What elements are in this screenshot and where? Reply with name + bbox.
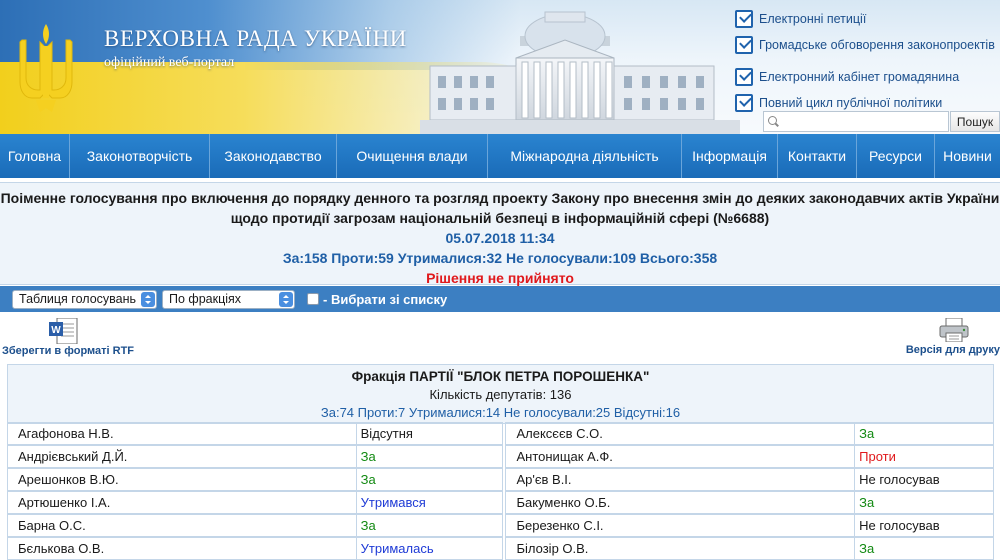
nav-home[interactable]: Головна — [0, 134, 70, 178]
quick-link-label: Електронні петиції — [759, 12, 867, 26]
site-header: ВЕРХОВНА РАДА УКРАЇНИ офіційний веб-порт… — [0, 0, 1000, 134]
save-rtf-link[interactable]: W Зберегти в форматі RTF — [2, 318, 135, 358]
nav-lawmaking[interactable]: Законотворчість — [70, 134, 210, 178]
grouping-select[interactable]: По фракціях — [162, 289, 295, 309]
save-rtf-label: Зберегти в форматі RTF — [2, 345, 135, 357]
deputy-vote: За — [355, 445, 504, 468]
quick-link-discussion[interactable]: Громадське обговорення законопроектів — [735, 32, 1000, 58]
nav-legislation[interactable]: Законодавство — [210, 134, 337, 178]
quick-links: Електронні петиції Громадське обговоренн… — [735, 6, 1000, 116]
checkbox-icon — [735, 68, 753, 86]
deputy-name: Арешонков В.Ю. — [7, 468, 357, 491]
deputy-vote: Утрималась — [355, 537, 504, 560]
checkbox-icon — [735, 10, 753, 28]
deputy-vote: Відсутня — [355, 422, 504, 445]
deputy-vote: За — [355, 514, 504, 537]
print-version-label: Версія для друку — [905, 344, 1000, 356]
faction-summary: Фракція ПАРТІЇ "БЛОК ПЕТРА ПОРОШЕНКА" Кі… — [7, 364, 994, 424]
trident-logo-icon[interactable] — [14, 20, 78, 116]
search-box — [763, 111, 949, 132]
deputy-vote: Не голосував — [854, 514, 994, 537]
search-input[interactable] — [783, 112, 948, 131]
deputy-vote: За — [854, 491, 994, 514]
nav-international[interactable]: Міжнародна діяльність — [488, 134, 682, 178]
faction-name: Фракція ПАРТІЇ "БЛОК ПЕТРА ПОРОШЕНКА" — [351, 369, 650, 384]
select-from-list-checkbox[interactable] — [307, 293, 319, 305]
deputy-name: Агафонова Н.В. — [7, 422, 357, 445]
view-mode-select[interactable]: Таблиця голосувань — [12, 289, 157, 309]
table-row: Бєлькова О.В. Утрималась Білозір О.В. За — [7, 537, 994, 560]
table-row: Агафонова Н.В. Відсутня Алексєєв С.О. За — [7, 422, 994, 446]
table-row: Арешонков В.Ю. За Ар'єв В.І. Не голосував — [7, 468, 994, 492]
quick-link-cabinet[interactable]: Електронний кабінет громадянина — [735, 64, 1000, 90]
search-bar: Пошук — [763, 111, 1000, 133]
search-button[interactable]: Пошук — [950, 111, 1000, 132]
deputy-name: Барна О.С. — [7, 514, 357, 537]
deputy-vote: Не голосував — [854, 468, 994, 491]
vote-result: Рішення не прийнято — [426, 270, 574, 286]
vote-title-line2: щодо протидії загрозам національній безп… — [230, 210, 770, 226]
print-version-link[interactable]: Версія для друку — [905, 318, 1000, 358]
view-toolbar: Таблиця голосувань По фракціях - Вибрати… — [0, 286, 1000, 312]
search-icon — [768, 116, 779, 127]
deputy-name: Артюшенко І.А. — [7, 491, 357, 514]
deputies-table: Агафонова Н.В. Відсутня Алексєєв С.О. За Анд… — [7, 422, 994, 560]
table-row: Андрієвський Д.Й. За Антонищак А.Ф. Проти — [7, 445, 994, 469]
deputy-name: Антонищак А.Ф. — [505, 445, 856, 468]
deputy-vote: За — [355, 468, 504, 491]
table-row: Артюшенко І.А. Утримався Бакуменко О.Б. За — [7, 491, 994, 515]
printer-icon — [939, 318, 969, 342]
deputy-name: Бакуменко О.Б. — [505, 491, 856, 514]
deputy-name: Білозір О.В. — [505, 537, 856, 560]
deputy-name: Бєлькова О.В. — [7, 537, 357, 560]
checkbox-icon — [735, 36, 753, 54]
nav-resources[interactable]: Ресурси — [857, 134, 935, 178]
nav-lustration[interactable]: Очищення влади — [337, 134, 488, 178]
vote-summary: Поіменне голосування про включення до по… — [0, 182, 1000, 286]
vote-title: Поіменне голосування про включення до по… — [0, 188, 1000, 228]
deputy-vote: За — [854, 537, 994, 560]
quick-link-label: Повний цикл публічної політики — [759, 96, 943, 110]
quick-link-petitions[interactable]: Електронні петиції — [735, 6, 1000, 32]
faction-stats: За:74 Проти:7 Утрималися:14 Не голосувал… — [320, 405, 681, 420]
select-from-list-label: - Вибрати зі списку — [323, 291, 448, 307]
deputy-name: Ар'єв В.І. — [505, 468, 856, 491]
site-subtitle: офіційний веб-портал — [104, 55, 235, 70]
nav-news[interactable]: Новини — [935, 134, 1000, 178]
select-arrows-icon — [279, 291, 293, 307]
grouping-value: По фракціях — [169, 292, 242, 306]
nav-information[interactable]: Інформація — [682, 134, 778, 178]
vote-totals: За:158 Проти:59 Утрималися:32 Не голосув… — [282, 250, 718, 266]
view-mode-value: Таблиця голосувань — [19, 292, 137, 306]
select-arrows-icon — [141, 291, 155, 307]
checkbox-icon — [735, 94, 753, 112]
parliament-building-image — [420, 11, 740, 134]
quick-link-label: Громадське обговорення законопроектів — [759, 38, 995, 52]
deputy-vote: Проти — [854, 445, 994, 468]
word-document-icon: W — [49, 318, 78, 344]
vote-title-line1: Поіменне голосування про включення до по… — [0, 190, 1000, 206]
faction-count: Кількість депутатів: 136 — [429, 387, 572, 402]
deputy-name: Андрієвський Д.Й. — [7, 445, 357, 468]
quick-link-label: Електронний кабінет громадянина — [759, 70, 960, 84]
deputy-vote: За — [854, 422, 994, 445]
main-nav: Головна Законотворчість Законодавство Оч… — [0, 134, 1000, 178]
vote-datetime: 05.07.2018 11:34 — [445, 230, 555, 246]
table-row: Барна О.С. За Березенко С.І. Не голосував — [7, 514, 994, 538]
deputy-name: Березенко С.І. — [505, 514, 856, 537]
site-title[interactable]: ВЕРХОВНА РАДА УКРАЇНИ — [104, 26, 407, 52]
deputy-vote: Утримався — [355, 491, 504, 514]
deputy-name: Алексєєв С.О. — [505, 422, 856, 445]
svg-text:W: W — [51, 325, 61, 336]
nav-contacts[interactable]: Контакти — [778, 134, 857, 178]
